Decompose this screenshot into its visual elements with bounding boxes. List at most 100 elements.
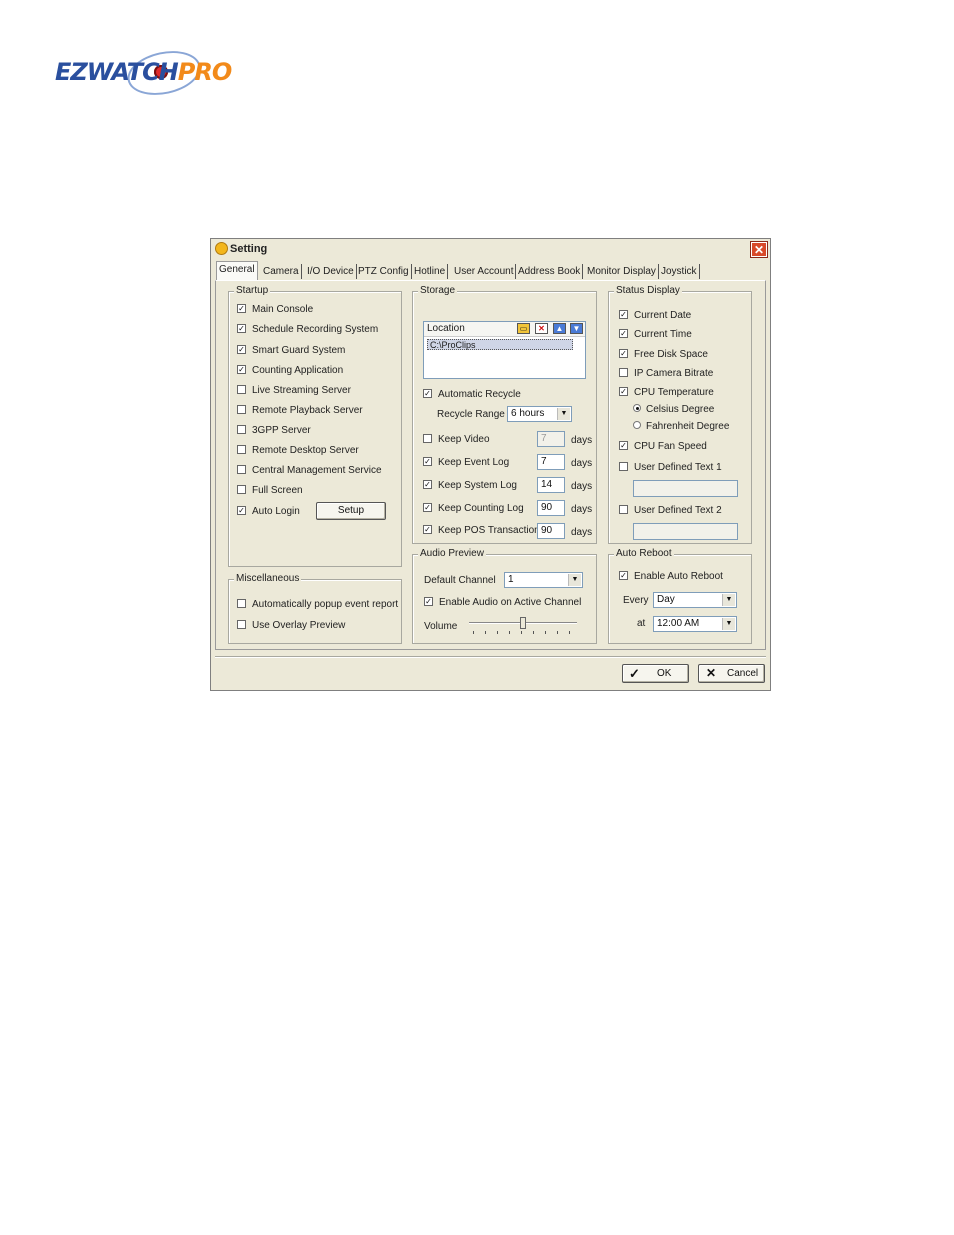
checkbox-checked-icon[interactable]: ✓ <box>237 303 246 313</box>
checkbox-checked-icon[interactable]: ✓ <box>237 364 246 374</box>
chevron-down-icon[interactable]: ▼ <box>557 408 570 420</box>
location-list[interactable]: Location ▭ ✕ ▲ ▼ C:\ProClips <box>423 321 586 379</box>
reboot-every-select[interactable]: Day ▼ <box>653 592 737 608</box>
tab-address-book[interactable]: Address Book <box>516 264 584 279</box>
startup-live-streaming[interactable]: Live Streaming Server <box>237 384 351 396</box>
checkbox-checked-icon[interactable]: ✓ <box>237 344 246 354</box>
volume-slider[interactable] <box>469 617 577 635</box>
delete-icon[interactable]: ✕ <box>535 323 548 334</box>
checkbox-icon[interactable] <box>619 504 628 514</box>
tab-monitor-display[interactable]: Monitor Display <box>585 264 659 279</box>
checkbox-checked-icon[interactable]: ✓ <box>619 386 628 396</box>
setup-button[interactable]: Setup <box>316 502 386 520</box>
ok-button[interactable]: ✓ OK <box>622 664 689 683</box>
checkbox-icon[interactable] <box>237 424 246 434</box>
keep-event-log-days-input[interactable]: 7 <box>537 454 565 470</box>
checkbox-checked-icon[interactable]: ✓ <box>619 440 628 450</box>
startup-schedule-recording[interactable]: ✓ Schedule Recording System <box>237 323 378 335</box>
checkbox-icon[interactable] <box>237 619 246 629</box>
checkbox-checked-icon[interactable]: ✓ <box>619 570 628 580</box>
status-cpu-fan[interactable]: ✓ CPU Fan Speed <box>619 440 707 452</box>
radio-selected-icon[interactable] <box>633 404 641 413</box>
default-channel-select[interactable]: 1 ▼ <box>504 572 583 588</box>
checkbox-icon[interactable] <box>619 461 628 471</box>
tab-general[interactable]: General <box>216 261 258 280</box>
tab-ptz-config[interactable]: PTZ Config <box>356 264 412 279</box>
startup-remote-playback[interactable]: Remote Playback Server <box>237 404 363 416</box>
radio-fahrenheit[interactable]: Fahrenheit Degree <box>633 421 729 432</box>
checkbox-checked-icon[interactable]: ✓ <box>423 388 432 398</box>
reboot-at-select[interactable]: 12:00 AM ▼ <box>653 616 737 632</box>
location-item[interactable]: C:\ProClips <box>427 339 573 350</box>
checkbox-icon[interactable] <box>237 384 246 394</box>
keep-counting-log[interactable]: ✓ Keep Counting Log <box>423 502 524 514</box>
automatic-recycle[interactable]: ✓ Automatic Recycle <box>423 388 521 400</box>
status-current-time[interactable]: ✓ Current Time <box>619 328 692 340</box>
keep-system-log[interactable]: ✓ Keep System Log <box>423 479 517 491</box>
misc-overlay-preview[interactable]: Use Overlay Preview <box>237 619 345 631</box>
checkbox-icon[interactable] <box>423 433 432 443</box>
status-ip-bitrate[interactable]: IP Camera Bitrate <box>619 367 713 379</box>
checkbox-checked-icon[interactable]: ✓ <box>237 505 246 515</box>
startup-3gpp-server[interactable]: 3GPP Server <box>237 424 311 436</box>
checkbox-icon[interactable] <box>237 598 246 608</box>
misc-popup-event-report[interactable]: Automatically popup event report <box>237 598 398 610</box>
chevron-down-icon[interactable]: ▼ <box>722 594 735 606</box>
checkbox-icon[interactable] <box>237 484 246 494</box>
startup-full-screen[interactable]: Full Screen <box>237 484 303 496</box>
checkbox-checked-icon[interactable]: ✓ <box>423 502 432 512</box>
recycle-range-select[interactable]: 6 hours ▼ <box>507 406 572 422</box>
checkbox-icon[interactable] <box>237 404 246 414</box>
radio-celsius[interactable]: Celsius Degree <box>633 404 714 415</box>
tab-joystick[interactable]: Joystick <box>659 264 700 279</box>
slider-thumb[interactable] <box>520 617 526 629</box>
status-cpu-temp[interactable]: ✓ CPU Temperature <box>619 386 714 398</box>
tab-camera[interactable]: Camera <box>261 264 302 279</box>
chevron-down-icon[interactable]: ▼ <box>568 574 581 586</box>
keep-event-log[interactable]: ✓ Keep Event Log <box>423 456 509 468</box>
checkbox-icon[interactable] <box>237 464 246 474</box>
keep-system-log-days-input[interactable]: 14 <box>537 477 565 493</box>
close-button[interactable]: ✕ <box>751 242 767 257</box>
chevron-down-icon[interactable]: ▼ <box>722 618 735 630</box>
status-user-text1[interactable]: User Defined Text 1 <box>619 461 722 473</box>
startup-counting-app[interactable]: ✓ Counting Application <box>237 364 343 376</box>
checkbox-checked-icon[interactable]: ✓ <box>423 479 432 489</box>
keep-video-days-input[interactable]: 7 <box>537 431 565 447</box>
keep-pos-transaction[interactable]: ✓ Keep POS Transaction <box>423 524 540 536</box>
startup-auto-login[interactable]: ✓ Auto Login <box>237 505 300 517</box>
radio-icon[interactable] <box>633 421 641 430</box>
user-text1-input[interactable] <box>633 480 738 497</box>
audio-legend: Audio Preview <box>418 548 486 559</box>
keep-counting-log-days-input[interactable]: 90 <box>537 500 565 516</box>
startup-smart-guard[interactable]: ✓ Smart Guard System <box>237 344 345 356</box>
enable-auto-reboot[interactable]: ✓ Enable Auto Reboot <box>619 570 723 582</box>
arrow-up-icon[interactable]: ▲ <box>553 323 566 334</box>
startup-central-management[interactable]: Central Management Service <box>237 464 382 476</box>
tab-io-device[interactable]: I/O Device <box>305 264 357 279</box>
folder-icon[interactable]: ▭ <box>517 323 530 334</box>
status-user-text2[interactable]: User Defined Text 2 <box>619 504 722 516</box>
cancel-button[interactable]: ✕ Cancel <box>698 664 765 683</box>
checkbox-checked-icon[interactable]: ✓ <box>424 596 433 606</box>
tab-user-account[interactable]: User Account <box>452 264 517 279</box>
checkbox-checked-icon[interactable]: ✓ <box>619 348 628 358</box>
user-text2-input[interactable] <box>633 523 738 540</box>
checkbox-checked-icon[interactable]: ✓ <box>237 323 246 333</box>
checkbox-checked-icon[interactable]: ✓ <box>423 524 432 534</box>
checkbox-checked-icon[interactable]: ✓ <box>619 328 628 338</box>
status-current-date[interactable]: ✓ Current Date <box>619 309 691 321</box>
keep-video[interactable]: Keep Video <box>423 433 490 445</box>
tab-hotline[interactable]: Hotline <box>412 264 449 279</box>
checkbox-icon[interactable] <box>237 444 246 454</box>
status-free-disk[interactable]: ✓ Free Disk Space <box>619 348 708 360</box>
arrow-down-icon[interactable]: ▼ <box>570 323 583 334</box>
title-bar[interactable]: Setting ✕ <box>211 239 770 259</box>
startup-remote-desktop[interactable]: Remote Desktop Server <box>237 444 359 456</box>
startup-main-console[interactable]: ✓ Main Console <box>237 303 313 315</box>
checkbox-icon[interactable] <box>619 367 628 377</box>
checkbox-checked-icon[interactable]: ✓ <box>423 456 432 466</box>
enable-audio-active-channel[interactable]: ✓ Enable Audio on Active Channel <box>424 596 581 608</box>
checkbox-checked-icon[interactable]: ✓ <box>619 309 628 319</box>
keep-pos-days-input[interactable]: 90 <box>537 523 565 539</box>
